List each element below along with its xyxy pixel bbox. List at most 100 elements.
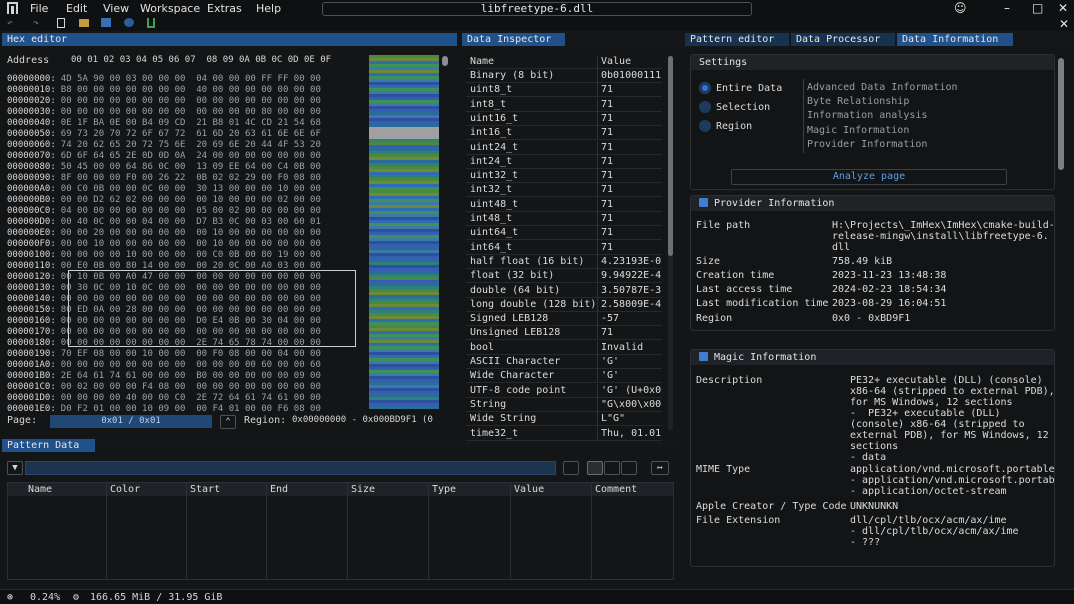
inspector-row[interactable]: String "G\x00\x00	[466, 397, 662, 412]
hex-bytes[interactable]: 50 45 00 00 64 86 0C 00 13 09 EE 64 00 C…	[61, 162, 321, 172]
inspector-row[interactable]: int32_t 71	[466, 183, 662, 198]
hex-row[interactable]: 000001A0: 00 00 00 00 00 00 00 00 00 00 0…	[7, 360, 321, 370]
inspector-row[interactable]: int24_t 71	[466, 154, 662, 169]
hex-bytes[interactable]: 00 00 00 00 00 00 00 00 00 00 00 00 80 0…	[61, 107, 321, 117]
hex-bytes[interactable]: 2E 64 61 74 61 00 00 00 B0 00 00 00 00 0…	[61, 371, 321, 381]
hex-row[interactable]: 000000E0: 00 00 20 00 00 00 00 00 00 10 0…	[7, 228, 321, 238]
hex-row[interactable]: 00000100: 00 00 00 00 10 00 00 00 00 C0 0…	[7, 250, 321, 260]
pattern-col-name[interactable]: Name	[28, 484, 52, 495]
settings-icon[interactable]: ⊛	[7, 590, 13, 604]
hex-bytes[interactable]: 4D 5A 90 00 03 00 00 00 04 00 00 00 FF F…	[61, 74, 321, 84]
inspector-row[interactable]: Binary (8 bit) 0b01000111	[466, 69, 662, 83]
save-icon[interactable]	[101, 18, 111, 27]
hex-row[interactable]: 00000190: 70 EF 08 00 00 10 00 00 00 F0 0…	[7, 349, 321, 359]
inspector-row[interactable]: uint48_t 71	[466, 197, 662, 212]
close-tab-icon[interactable]: ✕	[1059, 17, 1069, 31]
smiley-icon[interactable]: ☺	[954, 1, 967, 15]
inspector-row[interactable]: float (32 bit) 9.94922E-4	[466, 269, 662, 284]
hex-bytes[interactable]: 69 73 20 70 72 6F 67 72 61 6D 20 63 61 6…	[61, 129, 321, 139]
hex-row[interactable]: 00000050: 69 73 20 70 72 6F 67 72 61 6D 2…	[7, 129, 321, 139]
hex-row[interactable]: 00000020: 00 00 00 00 00 00 00 00 00 00 0…	[7, 96, 321, 106]
inspector-row[interactable]: half float (16 bit) 4.23193E-0	[466, 254, 662, 269]
bookmark-icon[interactable]	[147, 18, 155, 28]
hex-bytes[interactable]: 70 EF 08 00 00 10 00 00 00 F0 08 00 00 0…	[61, 349, 321, 359]
pattern-filter-input[interactable]	[25, 461, 556, 475]
option-advanced[interactable]: Advanced Data Information	[807, 82, 958, 93]
tab-data-information[interactable]: Data Information	[897, 33, 1013, 46]
pattern-col-comment[interactable]: Comment	[595, 484, 637, 495]
close-icon[interactable]: ✕	[1058, 1, 1068, 15]
menu-file[interactable]: File	[30, 2, 48, 15]
pattern-col-end[interactable]: End	[270, 484, 288, 495]
hex-scrollbar[interactable]	[442, 56, 448, 66]
redo-icon[interactable]: ↷	[33, 18, 43, 29]
tree-view-icon[interactable]	[587, 461, 603, 475]
hex-bytes[interactable]: 6D 6F 64 65 2E 0D 0D 0A 24 00 00 00 00 0…	[61, 151, 321, 161]
hex-row[interactable]: 00000070: 6D 6F 64 65 2E 0D 0D 0A 24 00 0…	[7, 151, 321, 161]
tab-pattern-editor[interactable]: Pattern editor	[685, 33, 789, 46]
inspector-row[interactable]: Signed LEB128 -57	[466, 312, 662, 327]
inspector-row[interactable]: time32_t Thu, 01.01	[466, 426, 662, 441]
hex-row[interactable]: 000001C0: 00 02 00 00 00 F4 08 00 00 00 0…	[7, 382, 321, 392]
inspector-scroll-thumb[interactable]	[668, 56, 673, 256]
hex-row[interactable]: 000001B0: 2E 64 61 74 61 00 00 00 B0 00 0…	[7, 371, 321, 381]
radio-entire-data[interactable]	[699, 82, 711, 94]
pattern-col-start[interactable]: Start	[190, 484, 220, 495]
keyboard-icon[interactable]	[563, 461, 579, 475]
inspector-row[interactable]: int48_t 71	[466, 212, 662, 226]
tab-hex-editor[interactable]: Hex editor	[2, 33, 457, 46]
inspector-row[interactable]: int16_t 71	[466, 126, 662, 141]
maximize-icon[interactable]: □	[1032, 1, 1043, 15]
hex-bytes[interactable]: 00 00 20 00 00 00 00 00 00 10 00 00 00 0…	[61, 228, 321, 238]
inspector-row[interactable]: uint64_t 71	[466, 226, 662, 241]
hex-row[interactable]: 00000000: 4D 5A 90 00 03 00 00 00 04 00 0…	[7, 74, 321, 84]
tab-data-inspector[interactable]: Data Inspector	[462, 33, 565, 46]
menu-extras[interactable]: Extras	[207, 2, 242, 15]
menu-view[interactable]: View	[103, 2, 129, 15]
inspector-row[interactable]: uint24_t 71	[466, 140, 662, 155]
hex-bytes[interactable]: 04 00 00 00 00 00 00 00 05 00 02 00 00 0…	[61, 206, 321, 216]
option-information-analysis[interactable]: Information analysis	[807, 110, 927, 121]
inspector-row[interactable]: int8_t 71	[466, 97, 662, 112]
list-view-icon[interactable]	[621, 461, 637, 475]
pattern-col-color[interactable]: Color	[110, 484, 140, 495]
radio-region[interactable]	[699, 120, 711, 132]
pattern-col-value[interactable]: Value	[514, 484, 544, 495]
inspector-row[interactable]: Unsigned LEB128 71	[466, 326, 662, 341]
save-as-icon[interactable]	[124, 18, 134, 27]
radio-selection[interactable]	[699, 101, 711, 113]
menu-edit[interactable]: Edit	[66, 2, 87, 15]
undo-icon[interactable]: ↶	[7, 18, 17, 29]
new-file-icon[interactable]	[57, 18, 65, 28]
page-slider[interactable]: 0x01 / 0x01	[50, 415, 212, 428]
hex-bytes[interactable]: 00 00 00 00 10 00 00 00 00 C0 0B 00 80 1…	[61, 250, 321, 260]
option-magic[interactable]: Magic Information	[807, 125, 909, 136]
pattern-col-type[interactable]: Type	[432, 484, 456, 495]
hex-bytes[interactable]: 74 20 62 65 20 72 75 6E 20 69 6E 20 44 4…	[61, 140, 321, 150]
provider-header[interactable]: Provider Information	[691, 196, 1054, 211]
inspector-row[interactable]: uint16_t 71	[466, 111, 662, 126]
filter-icon[interactable]: ▼	[7, 461, 23, 475]
magic-header[interactable]: Magic Information	[691, 350, 1054, 365]
menu-workspace[interactable]: Workspace	[140, 2, 200, 15]
hex-bytes[interactable]: 00 02 00 00 00 F4 08 00 00 00 00 00 00 0…	[61, 382, 321, 392]
hex-row[interactable]: 000000C0: 04 00 00 00 00 00 00 00 05 00 0…	[7, 206, 321, 216]
inspector-row[interactable]: uint8_t 71	[466, 83, 662, 98]
tab-pattern-data[interactable]: Pattern Data	[2, 439, 95, 452]
hex-row[interactable]: 000000D0: 00 40 0C 00 00 04 00 00 D7 B3 0…	[7, 217, 321, 227]
inspector-row[interactable]: ASCII Character 'G'	[466, 355, 662, 369]
hex-bytes[interactable]: 00 00 00 00 00 00 00 00 00 00 00 00 60 0…	[61, 360, 321, 370]
inspector-row[interactable]: Wide String L"G"	[466, 412, 662, 427]
open-folder-icon[interactable]	[79, 19, 89, 27]
minimize-icon[interactable]: –	[1004, 1, 1010, 15]
settings-scrollbar[interactable]	[1058, 58, 1064, 170]
hex-row[interactable]: 00000010: B8 00 00 00 00 00 00 00 40 00 0…	[7, 85, 321, 95]
hex-bytes[interactable]: 00 40 0C 00 00 04 00 00 D7 B3 0C 00 03 0…	[61, 217, 321, 227]
hex-row[interactable]: 000000A0: 00 C0 0B 00 00 0C 00 00 30 13 0…	[7, 184, 321, 194]
inspector-row[interactable]: UTF-8 code point 'G' (U+0x0	[466, 383, 662, 398]
hex-bytes[interactable]: 00 C0 0B 00 00 0C 00 00 30 13 00 00 00 1…	[61, 184, 321, 194]
hex-bytes[interactable]: 0E 1F BA 0E 00 B4 09 CD 21 B8 01 4C CD 2…	[61, 118, 321, 128]
hex-bytes[interactable]: 00 00 10 00 00 00 00 00 00 10 00 00 00 0…	[61, 239, 321, 249]
hex-bytes[interactable]: 8F 00 00 00 F0 00 26 22 0B 02 02 29 00 F…	[61, 173, 321, 183]
hex-row[interactable]: 00000040: 0E 1F BA 0E 00 B4 09 CD 21 B8 0…	[7, 118, 321, 128]
